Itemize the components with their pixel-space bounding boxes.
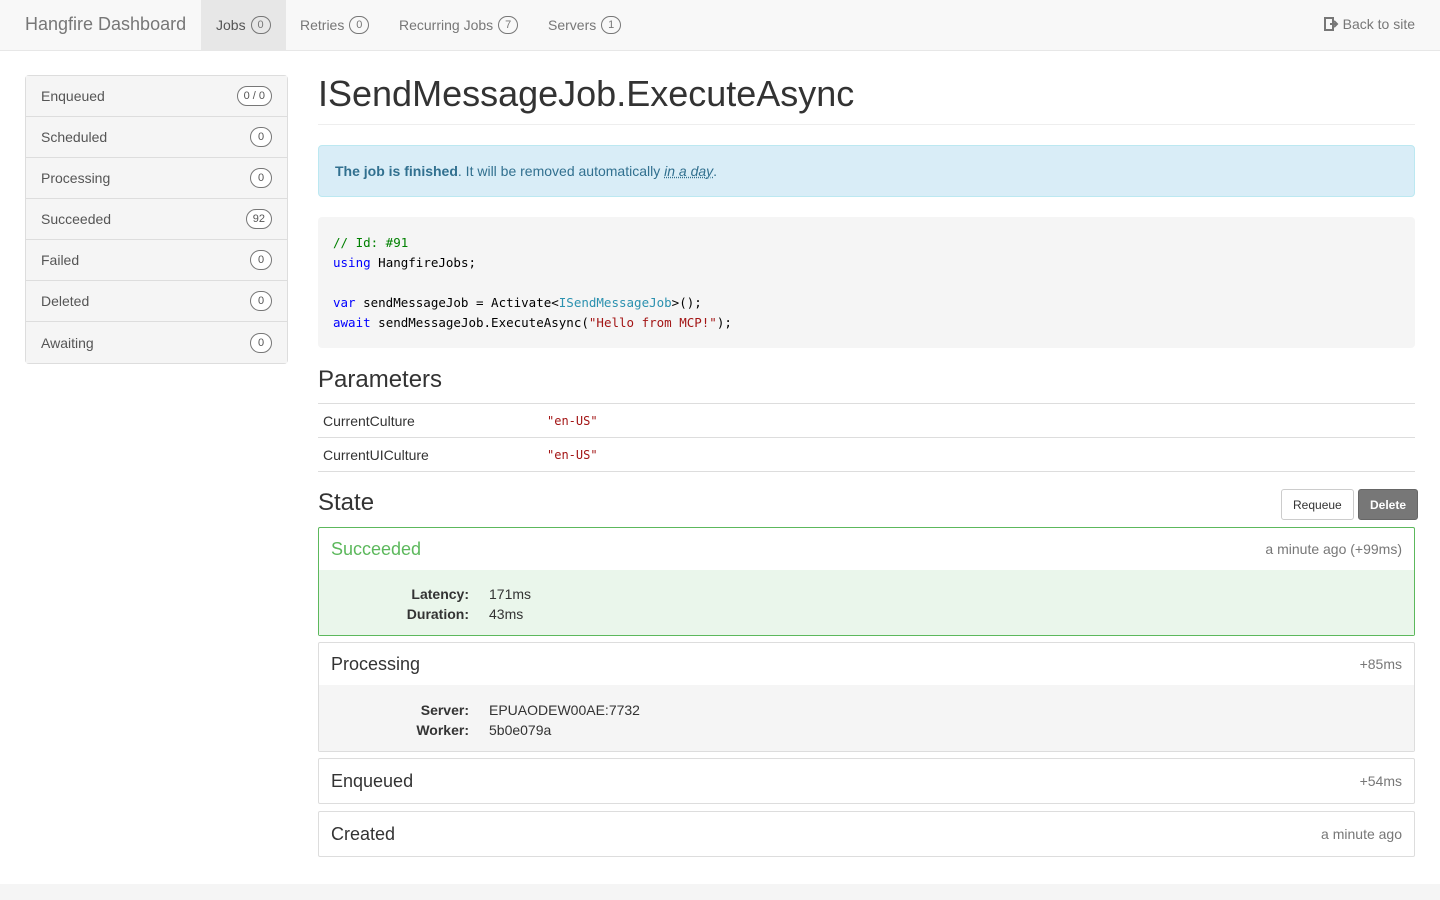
top-navbar: Hangfire Dashboard Jobs 0 Retries 0 Recu… (0, 0, 1440, 51)
state-title: Created (331, 823, 396, 844)
sidebar-item-count: 0 / 0 (236, 86, 272, 106)
code-text: >(); (671, 295, 702, 310)
param-value: "en-US" (547, 413, 598, 428)
state-card-succeeded: Succeeded a minute ago (+99ms) Latency: 1… (318, 527, 1415, 636)
code-comment: // Id: #91 (333, 235, 409, 250)
param-name: CurrentCulture (323, 412, 415, 429)
sidebar-item-succeeded[interactable]: Succeeded 92 (26, 199, 287, 240)
sidebar-item-label: Succeeded (41, 211, 112, 227)
sidebar-item-count: 0 (250, 168, 272, 188)
param-value: "en-US" (547, 447, 598, 462)
tab-jobs[interactable]: Jobs 0 (201, 0, 286, 50)
state-heading: State (318, 489, 375, 516)
back-to-site-link[interactable]: Back to site (1323, 16, 1415, 32)
table-row: CurrentCulture "en-US" (318, 404, 1415, 438)
tab-retries[interactable]: Retries 0 (285, 0, 384, 50)
state-title: Enqueued (331, 770, 414, 791)
tab-recurring-jobs-label: Recurring Jobs (399, 17, 494, 33)
tab-jobs-count: 0 (250, 16, 271, 34)
state-card-processing: Processing +85ms Server: EPUAODEW00AE:773… (318, 642, 1415, 752)
state-title: Processing (331, 653, 421, 674)
state-field-key: Worker: (416, 722, 469, 738)
code-text: HangfireJobs; (370, 255, 476, 270)
state-card-created: Created a minute ago (318, 811, 1415, 857)
code-keyword: var (333, 295, 356, 310)
brand-link[interactable]: Hangfire Dashboard (25, 14, 186, 35)
sidebar-item-label: Scheduled (41, 129, 108, 145)
tab-retries-count: 0 (349, 16, 370, 34)
code-text: ); (716, 315, 732, 330)
code-text: sendMessageJob = Activate< (355, 295, 559, 310)
state-time: a minute ago (+99ms) (1265, 541, 1402, 557)
state-time: +54ms (1359, 773, 1402, 789)
code-string: "Hello from MCP!" (588, 315, 717, 330)
parameters-heading: Parameters (318, 366, 443, 393)
page-title: ISendMessageJob.ExecuteAsync (318, 73, 855, 114)
state-field-key: Duration: (406, 606, 469, 622)
state-field-value: 43ms (489, 606, 524, 622)
job-code-block: // Id: #91 using HangfireJobs; var sendM… (318, 217, 1415, 348)
back-to-site-label: Back to site (1342, 16, 1415, 32)
sidebar-item-deleted[interactable]: Deleted 0 (26, 281, 287, 322)
sidebar-item-label: Deleted (41, 293, 90, 309)
job-finished-alert: The job is finished. It will be removed … (318, 145, 1415, 197)
state-field-value: 5b0e079a (489, 722, 552, 738)
state-field-value: EPUAODEW00AE:7732 (489, 702, 640, 718)
requeue-button[interactable]: Requeue (1281, 489, 1354, 520)
tab-servers[interactable]: Servers 1 (533, 0, 636, 50)
tab-retries-label: Retries (300, 17, 345, 33)
code-type: ISendMessageJob (558, 295, 672, 310)
param-name: CurrentUICulture (323, 446, 429, 463)
sidebar-item-scheduled[interactable]: Scheduled 0 (26, 117, 287, 158)
alert-end: . (713, 163, 718, 179)
alert-text: . It will be removed automatically (457, 163, 665, 179)
sign-out-icon (1323, 17, 1339, 31)
sidebar-item-label: Enqueued (41, 88, 105, 104)
tab-recurring-jobs[interactable]: Recurring Jobs 7 (384, 0, 533, 50)
table-row: CurrentUICulture "en-US" (318, 438, 1415, 472)
code-text: sendMessageJob.ExecuteAsync( (370, 315, 589, 330)
parameters-table: CurrentCulture "en-US" CurrentUICulture … (318, 403, 1415, 472)
job-status-sidebar: Enqueued 0 / 0 Scheduled 0 Processing 0 … (25, 75, 288, 364)
sidebar-item-count: 0 (250, 127, 272, 147)
sidebar-item-failed[interactable]: Failed 0 (26, 240, 287, 281)
state-field-key: Server: (420, 702, 469, 718)
state-time: a minute ago (1321, 826, 1402, 842)
delete-button[interactable]: Delete (1358, 489, 1419, 520)
code-keyword: using (333, 255, 371, 270)
alert-bold-text: The job is finished (335, 163, 458, 179)
state-title: Succeeded (331, 538, 422, 559)
sidebar-item-count: 0 (250, 332, 272, 353)
sidebar-item-count: 0 (250, 291, 272, 311)
title-divider (318, 124, 1415, 125)
tab-recurring-jobs-count: 7 (498, 16, 519, 34)
state-field-value: 171ms (489, 586, 532, 602)
alert-expire-time: in a day (664, 163, 714, 179)
sidebar-item-label: Processing (41, 170, 111, 186)
tab-jobs-label: Jobs (216, 17, 246, 33)
sidebar-item-label: Failed (41, 252, 80, 268)
sidebar-item-enqueued[interactable]: Enqueued 0 / 0 (26, 76, 287, 117)
sidebar-item-processing[interactable]: Processing 0 (26, 158, 287, 199)
tab-servers-count: 1 (601, 16, 622, 34)
page-footer (0, 884, 1440, 900)
sidebar-item-label: Awaiting (41, 334, 94, 351)
tab-servers-label: Servers (548, 17, 597, 33)
sidebar-item-awaiting[interactable]: Awaiting 0 (26, 322, 287, 363)
state-time: +85ms (1359, 656, 1402, 672)
state-card-enqueued: Enqueued +54ms (318, 758, 1415, 804)
state-field-key: Latency: (411, 586, 469, 602)
sidebar-item-count: 0 (250, 250, 272, 270)
sidebar-item-count: 92 (245, 209, 272, 229)
code-keyword: await (333, 315, 371, 330)
